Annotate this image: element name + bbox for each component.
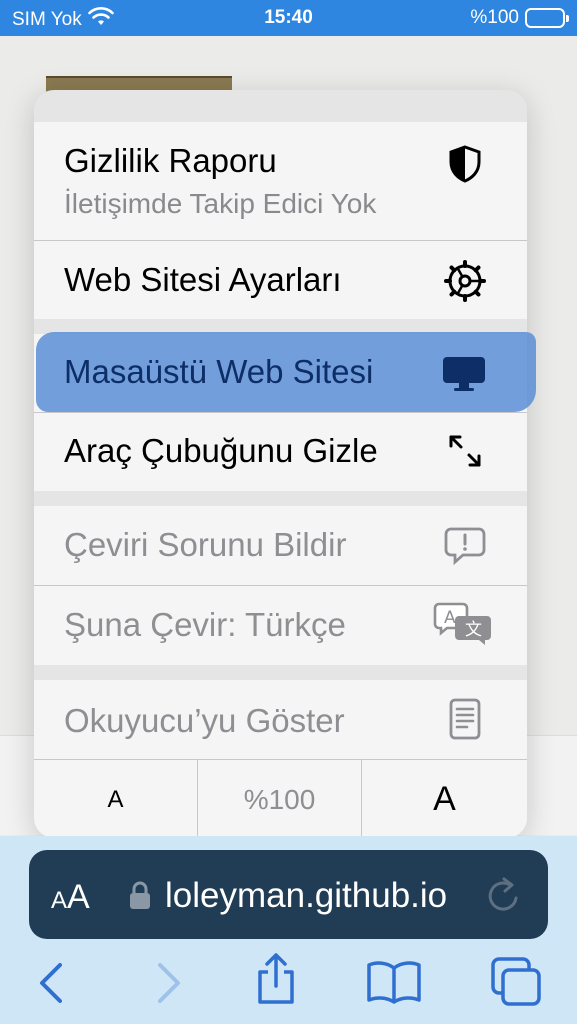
desktop-website-label: Masaüstü Web Sitesi [64,353,374,390]
status-right: %100 [470,7,569,29]
gear-icon [443,259,487,308]
menu-item-privacy-report[interactable]: Gizlilik Raporu İletişimde Takip Edici Y… [34,122,527,240]
page-settings-button[interactable]: AA [51,878,90,917]
svg-text:文: 文 [465,620,482,640]
reload-icon[interactable] [486,876,522,919]
menu-item-report-translation[interactable]: Çeviri Sorunu Bildir [34,506,527,585]
report-bubble-icon [443,526,487,571]
hide-toolbar-label: Araç Çubuğunu Gizle [64,432,378,469]
menu-item-translate[interactable]: Şuna Çevir: Türkçe A 文 [34,586,527,665]
reader-icon [449,698,481,745]
lock-icon [129,880,151,915]
decrease-font-button[interactable]: A [34,760,198,838]
font-size-row: A %100 A [34,759,527,838]
report-translation-label: Çeviri Sorunu Bildir [64,526,347,563]
share-button[interactable] [254,952,298,1011]
website-settings-label: Web Sitesi Ayarları [64,261,342,298]
aa-small-label: A [51,887,68,914]
menu-item-show-reader[interactable]: Okuyucu’yu Göster [34,680,527,759]
expand-arrows-icon [445,431,485,476]
show-reader-label: Okuyucu’yu Göster [64,702,345,739]
privacy-report-sublabel: İletişimde Takip Edici Yok [64,188,377,219]
back-button[interactable] [36,961,68,1010]
bottom-toolbar: AA loleyman.github.io [0,836,577,1024]
translate-label: Şuna Çevir: Türkçe [64,606,346,643]
svg-text:A: A [444,608,456,628]
battery-percent: %100 [470,7,519,28]
url-text: loleyman.github.io [165,876,448,915]
increase-font-button[interactable]: A [362,760,527,838]
translate-icon: A 文 [433,602,495,653]
bookmarks-button[interactable] [366,960,422,1009]
battery-icon [525,8,569,28]
forward-button[interactable] [152,961,184,1010]
privacy-report-label: Gizlilik Raporu [64,142,277,179]
aa-large-label: A [67,878,90,916]
increase-font-label: A [433,780,456,818]
status-bar: SIM Yok 15:40 %100 [0,0,577,36]
desktop-icon [441,355,487,398]
menu-item-website-settings[interactable]: Web Sitesi Ayarları [34,241,527,319]
page-menu: Gizlilik Raporu İletişimde Takip Edici Y… [34,90,527,838]
menu-item-hide-toolbar[interactable]: Araç Çubuğunu Gizle [34,413,527,491]
address-bar[interactable]: AA loleyman.github.io [29,850,548,939]
decrease-font-label: A [107,785,124,813]
zoom-level-button[interactable]: %100 [198,760,362,838]
shield-icon [447,144,483,189]
tabs-button[interactable] [490,956,544,1013]
zoom-level-label: %100 [243,783,316,815]
